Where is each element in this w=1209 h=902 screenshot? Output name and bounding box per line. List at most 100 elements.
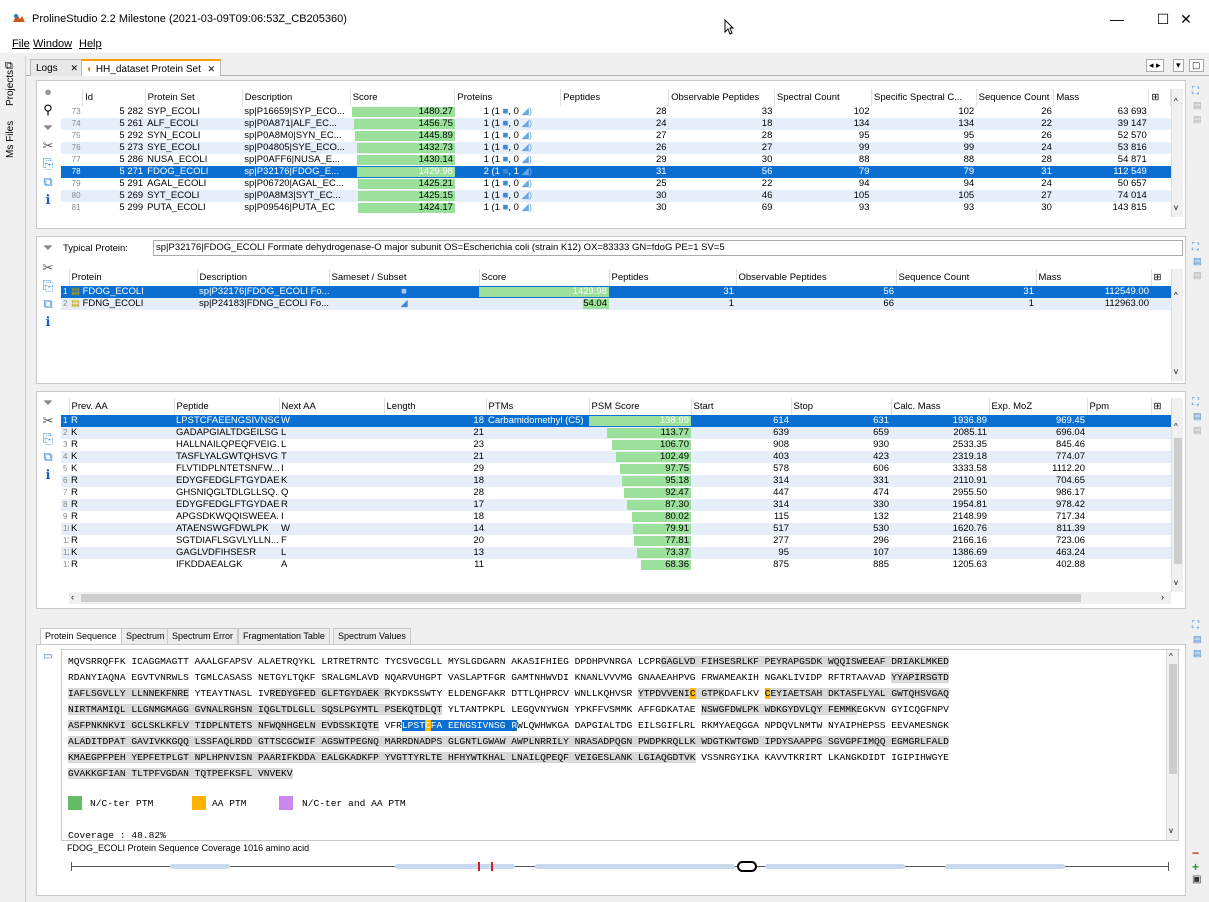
split-icon[interactable]: ▤ <box>1193 114 1202 125</box>
selected-peptide-marker[interactable] <box>737 861 757 872</box>
table-row[interactable]: 8 R EDYGFEDGLFTGYDAEK R 17 87.30 314 330 1954.81… <box>61 499 1171 511</box>
protein-set-table[interactable]: Id Protein Set Description Score Protein… <box>61 89 1171 214</box>
remove-icon[interactable]: − <box>1192 846 1199 860</box>
table-row[interactable]: 7 R GHSNIQGLTDLGLLSQ... Q 28 92.47 447 474 2955.… <box>61 487 1171 499</box>
tools-icon[interactable]: ✂ <box>41 414 55 428</box>
sequence-scrollbar[interactable]: ^ v <box>1166 650 1178 840</box>
scroll-up-icon[interactable]: ^ <box>1174 97 1178 106</box>
col-header-proteins[interactable]: Proteins <box>454 89 562 106</box>
scroll-down-icon[interactable]: v <box>1174 203 1178 212</box>
scroll-left-icon[interactable]: ‹ <box>71 592 74 602</box>
col-header-mass[interactable]: Mass <box>1053 89 1150 106</box>
filter-icon[interactable]: ⏷ <box>41 396 55 410</box>
table-row[interactable]: 76 5 273 SYE_ECOLI sp|P04805|SYE_ECO... 1432… <box>61 142 1171 154</box>
table-row[interactable]: 6REDYGFEDGLFTGYDAEKRK18 95.183143312110.9… <box>61 475 1171 487</box>
col-header-peptides[interactable]: Peptides <box>609 269 737 286</box>
col-header-psm-score[interactable]: PSM Score <box>589 398 692 415</box>
sequence-viewer[interactable]: MQVSRRQFFK ICAGGMAGTT AAALGFAPSV ALAETRQ… <box>61 649 1179 841</box>
add-icon[interactable]: + <box>1192 860 1199 874</box>
col-header-observable-peptides[interactable]: Observable Peptides <box>668 89 775 106</box>
col-header-protein-set[interactable]: Protein Set <box>145 89 243 106</box>
filter-icon[interactable]: ⏷ <box>41 121 55 135</box>
scroll-down-icon[interactable]: v <box>1174 367 1178 376</box>
peptides-table[interactable]: Prev. AA Peptide Next AA Length PTMs PSM… <box>61 398 1172 571</box>
col-header-sameset-subset[interactable]: Sameset / Subset <box>329 269 480 286</box>
col-header-peptides[interactable]: Peptides <box>560 89 670 106</box>
protein-set-scrollbar[interactable]: ^ v <box>1171 89 1183 217</box>
graphics-icon[interactable]: ⧉ <box>41 297 55 311</box>
table-row[interactable]: 78 5 271 FDOG_ECOLI sp|P32176|FDOG_E... 1429… <box>61 166 1171 178</box>
scroll-up-icon[interactable]: ^ <box>1169 652 1173 661</box>
tab-list-button[interactable]: ▾ <box>1173 59 1184 72</box>
scroll-down-icon[interactable]: v <box>1174 578 1178 587</box>
close-button[interactable]: ✕ <box>1163 6 1209 32</box>
graphics-icon[interactable]: ⧉ <box>41 450 55 464</box>
table-row[interactable]: 1 ▤ FDOG_ECOLI sp|P32176|FDOG_ECOLI Fo... ■… <box>61 286 1171 298</box>
col-header-length[interactable]: Length <box>384 398 487 415</box>
table-row[interactable]: 10KATAENSWGFDWLPKW14 79.915175301620.7681… <box>61 523 1171 535</box>
export-icon[interactable]: ⎘ <box>41 157 55 171</box>
tools-icon[interactable]: ✂ <box>41 139 55 153</box>
col-header-sequence-count[interactable]: Sequence Count <box>896 269 1037 286</box>
scroll-up-icon[interactable]: ^ <box>1174 422 1178 431</box>
split-icon[interactable]: ▤ <box>1193 256 1202 267</box>
column-chooser-icon[interactable]: ⊞ <box>1151 398 1172 415</box>
table-row[interactable]: 80 5 269 SYT_ECOLI sp|P0A8M3|SYT_EC... 1425.… <box>61 190 1171 202</box>
info-icon[interactable]: ℹ <box>41 193 55 207</box>
table-row[interactable]: 3 R HALLNAILQPEQFVEIG... L 23 106.70 908 930 253… <box>61 439 1171 451</box>
export-icon[interactable]: ⎘ <box>41 279 55 293</box>
col-header-sequence-count[interactable]: Sequence Count <box>976 89 1055 106</box>
split-icon[interactable]: ▤ <box>1193 634 1202 645</box>
maximize-panel-button[interactable]: ▢ <box>1189 59 1204 72</box>
peptides-scrollbar[interactable]: ^ v <box>1171 398 1183 592</box>
col-header-start[interactable]: Start <box>691 398 792 415</box>
close-tab-icon[interactable]: ✕ <box>208 64 216 74</box>
col-header-next-aa[interactable]: Next AA <box>279 398 385 415</box>
ms-files-side-tab[interactable]: Ms Files <box>5 118 21 160</box>
binoculars-icon[interactable]: ⚲ <box>41 103 55 117</box>
table-row[interactable]: 77 5 286 NUSA_ECOLI sp|P0AFF6|NUSA_E... 1430… <box>61 154 1171 166</box>
expand-icon[interactable]: ⛶ <box>1192 620 1199 631</box>
scroll-up-icon[interactable]: ^ <box>1174 291 1178 300</box>
col-header-prev-aa[interactable]: Prev. AA <box>69 398 175 415</box>
col-header-stop[interactable]: Stop <box>791 398 892 415</box>
column-chooser-icon[interactable]: ⊞ <box>1148 89 1171 106</box>
close-tab-icon[interactable]: ✕ <box>70 63 78 73</box>
col-header-exp-moz[interactable]: Exp. MoZ <box>989 398 1088 415</box>
info-icon[interactable]: ℹ <box>41 468 55 482</box>
sequence-view-icon[interactable]: ▭ <box>43 651 52 662</box>
table-row[interactable]: 81 5 299 PUTA_ECOLI sp|P09546|PUTA_EC 1424.1… <box>61 202 1171 214</box>
proteins-scrollbar[interactable]: ^ v <box>1171 269 1183 381</box>
split-icon[interactable]: ▤ <box>1193 100 1202 111</box>
proteins-table[interactable]: Protein Description Sameset / Subset Sco… <box>61 269 1172 310</box>
col-header-score[interactable]: Score <box>479 269 610 286</box>
graphics-icon[interactable]: ⧉ <box>41 175 55 189</box>
expand-icon[interactable]: ⛶ <box>1192 242 1199 253</box>
scroll-thumb[interactable] <box>1169 664 1177 774</box>
col-header-ptms[interactable]: PTMs <box>486 398 590 415</box>
split-icon[interactable]: ▤ <box>1193 425 1202 436</box>
table-row[interactable]: 79 5 291 AGAL_ECOLI sp|P06720|AGAL_EC... 142… <box>61 178 1171 190</box>
table-row[interactable]: 4 K TASFLYALGWTQHSVG... T 21 102.49 403 423 2319… <box>61 451 1171 463</box>
filter-icon[interactable]: ⏷ <box>41 241 55 255</box>
col-header-calc-mass[interactable]: Calc. Mass <box>891 398 990 415</box>
projects-side-tab[interactable]: Projects <box>5 68 21 108</box>
typical-protein-field[interactable]: sp|P32176|FDOG_ECOLI Formate dehydrogena… <box>153 240 1183 256</box>
table-row[interactable]: 73 5 282 SYP_ECOLI sp|P16659|SYP_ECO... 1480… <box>61 106 1171 118</box>
col-header-id[interactable]: Id <box>82 89 146 106</box>
tab-spectrum-error[interactable]: Spectrum Error <box>167 628 239 644</box>
col-header-mass[interactable]: Mass <box>1036 269 1152 286</box>
column-chooser-icon[interactable]: ⊞ <box>1151 269 1172 286</box>
tab-hh-dataset[interactable]: ◐ HH_dataset Protein Set ✕ <box>81 59 222 76</box>
table-row[interactable]: 2 K GADAPGIALTDGEILSG... L 21 113.77 639 659 208… <box>61 427 1171 439</box>
table-row[interactable]: 9 R APGSDKWQQISWEEA... I 18 80.02 115 132 2148.9… <box>61 511 1171 523</box>
table-row[interactable]: 5 K FLVTIDPLNTETSNFW... I 29 97.75 578 606 3333.… <box>61 463 1171 475</box>
scroll-thumb[interactable] <box>1174 438 1182 564</box>
split-icon[interactable]: ▤ <box>1193 648 1202 659</box>
tab-logs[interactable]: Logs ✕ <box>30 59 85 76</box>
export-icon[interactable]: ⎘ <box>41 432 55 446</box>
table-row[interactable]: 74 5 261 ALF_ECOLI sp|P0A871|ALF_EC... 1456.… <box>61 118 1171 130</box>
col-header-observable-peptides[interactable]: Observable Peptides <box>736 269 897 286</box>
scroll-down-icon[interactable]: v <box>1169 826 1173 835</box>
menu-file[interactable]: File <box>12 38 30 50</box>
